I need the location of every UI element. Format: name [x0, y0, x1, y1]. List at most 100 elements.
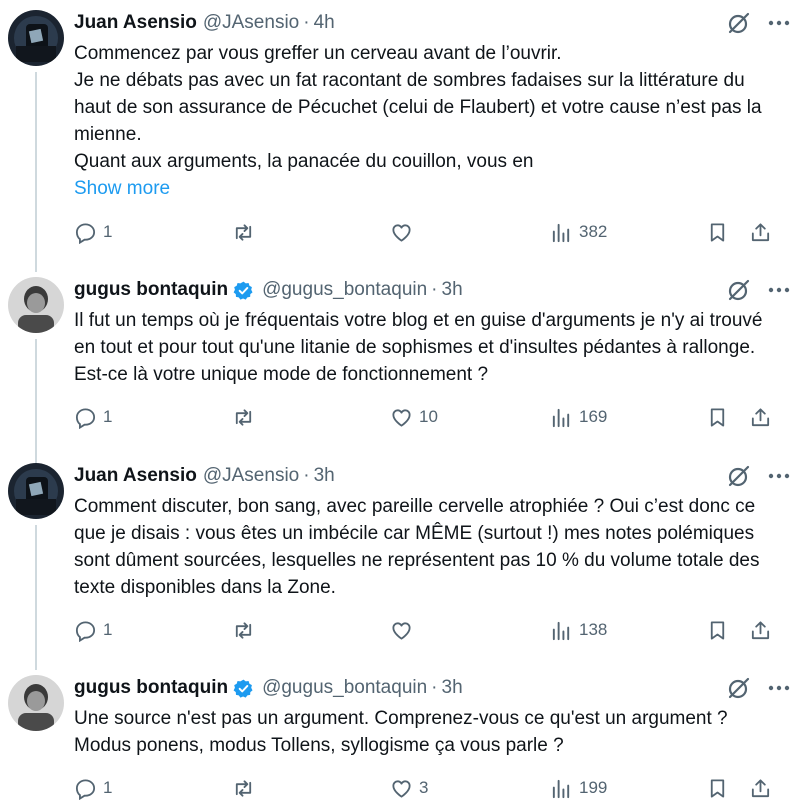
verified-badge-icon — [233, 679, 253, 698]
views-button[interactable]: 382 — [550, 217, 607, 247]
bookmark-button[interactable] — [706, 615, 729, 645]
reply-count: 1 — [103, 778, 113, 797]
retweet-button[interactable] — [232, 773, 261, 803]
author-name[interactable]: gugus bontaquin — [74, 675, 228, 701]
tweet-line: Une source n'est pas un argument. Compre… — [74, 708, 728, 756]
separator-dot: · — [303, 12, 310, 33]
more-icon[interactable] — [766, 277, 792, 303]
timestamp[interactable]: 4h — [314, 10, 335, 36]
share-icon — [749, 777, 772, 800]
views-count: 169 — [579, 407, 608, 426]
verified-badge-icon — [233, 281, 253, 300]
reply-button[interactable]: 1 — [74, 615, 112, 645]
author-handle[interactable]: @JAsensio — [203, 10, 299, 36]
tweet-text: Commencez par vous greffer un cerveau av… — [74, 40, 782, 175]
share-button[interactable] — [749, 615, 772, 645]
reply-button[interactable]: 1 — [74, 773, 112, 803]
more-icon[interactable] — [766, 463, 792, 489]
reply-icon — [74, 221, 97, 244]
more-icon[interactable] — [766, 10, 792, 36]
like-button[interactable] — [390, 615, 419, 645]
bookmark-button[interactable] — [706, 773, 729, 803]
like-button[interactable]: 10 — [390, 402, 438, 432]
reply-count: 1 — [103, 407, 113, 426]
retweet-button[interactable] — [232, 402, 261, 432]
share-icon — [749, 619, 772, 642]
views-count: 199 — [579, 778, 608, 797]
like-button[interactable] — [390, 217, 419, 247]
reply-count: 1 — [103, 222, 113, 241]
separator-dot: · — [303, 465, 310, 486]
show-more-link[interactable]: Show more — [74, 175, 170, 202]
views-button[interactable]: 169 — [550, 402, 607, 432]
tweet-line: Commencez par vous greffer un cerveau av… — [74, 43, 562, 64]
like-button[interactable]: 3 — [390, 773, 428, 803]
timestamp[interactable]: 3h — [442, 675, 463, 701]
reply-button[interactable]: 1 — [74, 217, 112, 247]
tweet-line: Je ne débats pas avec un fat racontant d… — [74, 70, 762, 145]
bookmark-button[interactable] — [706, 402, 729, 432]
reply-count: 1 — [103, 620, 113, 639]
share-button[interactable] — [749, 402, 772, 432]
tweet[interactable]: Juan Asensio @JAsensio · 3h Comment disc… — [0, 453, 796, 670]
grok-icon[interactable] — [726, 463, 752, 489]
bookmark-icon — [706, 406, 729, 429]
views-icon — [550, 221, 573, 244]
heart-icon — [390, 406, 413, 429]
views-icon — [550, 619, 573, 642]
bookmark-icon — [706, 777, 729, 800]
reply-icon — [74, 406, 97, 429]
avatar[interactable] — [8, 675, 64, 731]
share-icon — [749, 221, 772, 244]
like-count: 10 — [419, 407, 438, 426]
retweet-button[interactable] — [232, 217, 261, 247]
thread-connector-line — [35, 72, 37, 272]
share-button[interactable] — [749, 773, 772, 803]
bookmark-icon — [706, 619, 729, 642]
thread-connector-line — [35, 339, 37, 465]
avatar[interactable] — [8, 10, 64, 66]
retweet-icon — [232, 777, 255, 800]
tweet-line: Quant aux arguments, la panacée du couil… — [74, 151, 534, 172]
grok-icon[interactable] — [726, 675, 752, 701]
reply-icon — [74, 619, 97, 642]
avatar[interactable] — [8, 463, 64, 519]
reply-button[interactable]: 1 — [74, 402, 112, 432]
grok-icon[interactable] — [726, 277, 752, 303]
author-handle[interactable]: @gugus_bontaquin — [262, 277, 427, 303]
author-handle[interactable]: @JAsensio — [203, 463, 299, 489]
author-name[interactable]: gugus bontaquin — [74, 277, 228, 303]
bookmark-icon — [706, 221, 729, 244]
retweet-button[interactable] — [232, 615, 261, 645]
timestamp[interactable]: 3h — [314, 463, 335, 489]
thread-connector-line — [35, 525, 37, 670]
share-button[interactable] — [749, 217, 772, 247]
heart-icon — [390, 777, 413, 800]
separator-dot: · — [431, 279, 438, 300]
reply-icon — [74, 777, 97, 800]
author-handle[interactable]: @gugus_bontaquin — [262, 675, 427, 701]
views-icon — [550, 406, 573, 429]
views-count: 138 — [579, 620, 608, 639]
bookmark-button[interactable] — [706, 217, 729, 247]
reply-thread: Juan Asensio @JAsensio · 4h Commencez pa… — [0, 0, 796, 808]
more-icon[interactable] — [766, 675, 792, 701]
tweet-text: Comment discuter, bon sang, avec pareill… — [74, 493, 782, 601]
timestamp[interactable]: 3h — [442, 277, 463, 303]
tweet[interactable]: Juan Asensio @JAsensio · 4h Commencez pa… — [0, 0, 796, 272]
author-name[interactable]: Juan Asensio — [74, 10, 197, 36]
like-count: 3 — [419, 778, 429, 797]
tweet[interactable]: gugus bontaquin @gugus_bontaquin · 3h Un… — [0, 665, 796, 808]
grok-icon[interactable] — [726, 10, 752, 36]
author-name[interactable]: Juan Asensio — [74, 463, 197, 489]
views-button[interactable]: 138 — [550, 615, 607, 645]
tweet-text: Une source n'est pas un argument. Compre… — [74, 705, 782, 759]
share-icon — [749, 406, 772, 429]
views-count: 382 — [579, 222, 608, 241]
tweet-text: Il fut un temps où je fréquentais votre … — [74, 307, 782, 388]
avatar[interactable] — [8, 277, 64, 333]
tweet[interactable]: gugus bontaquin @gugus_bontaquin · 3h Il… — [0, 267, 796, 465]
tweet-line: Comment discuter, bon sang, avec pareill… — [74, 496, 760, 598]
heart-icon — [390, 221, 413, 244]
views-button[interactable]: 199 — [550, 773, 607, 803]
